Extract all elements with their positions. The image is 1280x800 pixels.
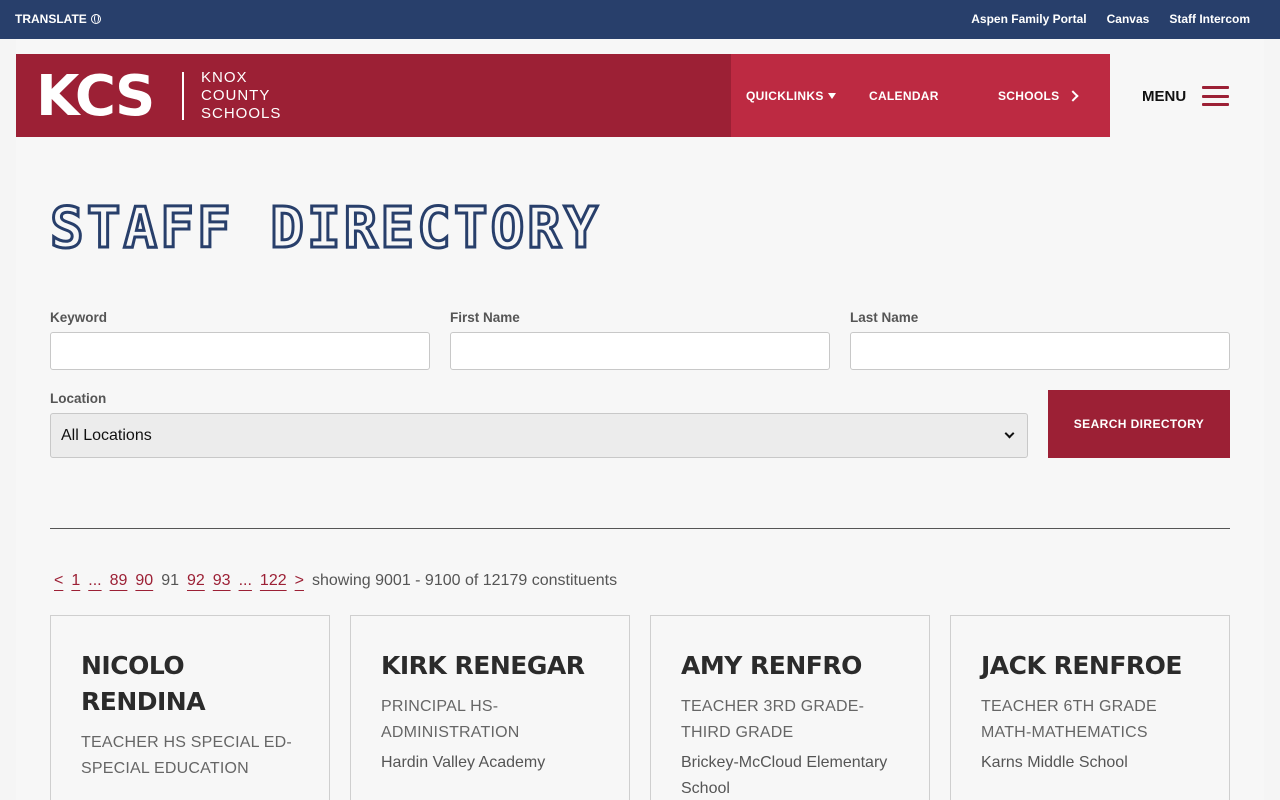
staff-name: JACK RENFROE xyxy=(981,651,1182,680)
translate-button[interactable]: TRANSLATE xyxy=(15,12,101,26)
first-name-input[interactable] xyxy=(450,332,830,370)
staff-card: NICOLO RENDINA TEACHER HS SPECIAL ED-SPE… xyxy=(50,615,330,800)
schools-label: SCHOOLS xyxy=(998,89,1060,103)
utility-bar: TRANSLATE Aspen Family Portal Canvas Sta… xyxy=(0,0,1280,39)
results-summary: showing 9001 - 9100 of 12179 constituent… xyxy=(311,572,618,589)
page-ellipsis[interactable]: ... xyxy=(88,572,101,590)
globe-icon xyxy=(90,14,101,24)
page-link[interactable]: 1 xyxy=(71,572,80,590)
next-page-link[interactable]: > xyxy=(295,572,304,590)
keyword-label: Keyword xyxy=(50,310,108,325)
keyword-input[interactable] xyxy=(50,332,430,370)
staff-name: AMY RENFRO xyxy=(681,651,862,680)
page-link[interactable]: 89 xyxy=(110,572,128,590)
staff-title: TEACHER HS SPECIAL ED-SPECIAL EDUCATION xyxy=(81,734,292,777)
schools-link[interactable]: SCHOOLS xyxy=(998,89,1080,103)
translate-label: TRANSLATE xyxy=(15,12,87,26)
staff-location: Hardin Valley Academy xyxy=(381,754,546,771)
divider xyxy=(50,528,1230,529)
logo-line-3: SCHOOLS xyxy=(201,105,282,122)
logo-line-1: KNOX xyxy=(201,69,248,86)
staff-location: Brickey-McCloud Elementary School xyxy=(681,754,888,797)
site-logo[interactable]: KCS KNOX COUNTY SCHOOLS xyxy=(16,54,731,137)
quicklinks-dropdown[interactable]: QUICKLINKS xyxy=(746,89,836,103)
location-selected-value: All Locations xyxy=(61,426,152,444)
staff-name: NICOLO RENDINA xyxy=(81,651,206,716)
last-name-input[interactable] xyxy=(850,332,1230,370)
quicklinks-label: QUICKLINKS xyxy=(746,89,824,103)
logo-wordmark: KNOX COUNTY SCHOOLS xyxy=(201,69,281,123)
staff-title: PRINCIPAL HS-ADMINISTRATION xyxy=(381,698,520,741)
calendar-link[interactable]: CALENDAR xyxy=(869,89,939,103)
chevron-right-icon xyxy=(1067,90,1080,102)
page-link[interactable]: 92 xyxy=(187,572,205,590)
calendar-label: CALENDAR xyxy=(869,89,939,103)
current-page: 91 xyxy=(161,572,179,589)
prev-page-link[interactable]: < xyxy=(54,572,63,590)
menu-button[interactable]: MENU xyxy=(1142,86,1230,106)
aspen-family-portal-link[interactable]: Aspen Family Portal xyxy=(971,12,1086,26)
chevron-down-icon xyxy=(1004,428,1015,439)
page-link[interactable]: 90 xyxy=(135,572,153,590)
pagination: < 1 ... 89 90 91 92 93 ... 122 > showing… xyxy=(50,572,617,590)
canvas-link[interactable]: Canvas xyxy=(1107,12,1150,26)
staff-title: TEACHER 6TH GRADE MATH-MATHEMATICS xyxy=(981,698,1157,741)
page-ellipsis[interactable]: ... xyxy=(239,572,252,590)
page-link[interactable]: 93 xyxy=(213,572,231,590)
menu-label: MENU xyxy=(1142,87,1187,105)
staff-location: Karns Middle School xyxy=(981,754,1128,771)
staff-name: KIRK RENEGAR xyxy=(381,651,585,680)
last-name-label: Last Name xyxy=(850,310,919,325)
staff-card: KIRK RENEGAR PRINCIPAL HS-ADMINISTRATION… xyxy=(350,615,630,800)
primary-nav: QUICKLINKS CALENDAR SCHOOLS xyxy=(731,54,1110,137)
page-link[interactable]: 122 xyxy=(260,572,287,590)
first-name-label: First Name xyxy=(450,310,520,325)
staff-intercom-link[interactable]: Staff Intercom xyxy=(1169,12,1250,26)
logo-mark: KCS xyxy=(36,64,155,129)
page-title: STAFF DIRECTORY xyxy=(49,195,601,263)
location-label: Location xyxy=(50,391,107,406)
utility-links: Aspen Family Portal Canvas Staff Interco… xyxy=(971,12,1250,26)
logo-line-2: COUNTY xyxy=(201,87,271,104)
hamburger-icon xyxy=(1202,86,1230,106)
location-select[interactable]: All Locations xyxy=(50,413,1028,458)
search-directory-button[interactable]: SEARCH DIRECTORY xyxy=(1048,390,1230,458)
staff-card: AMY RENFRO TEACHER 3RD GRADE-THIRD GRADE… xyxy=(650,615,930,800)
caret-down-icon xyxy=(827,93,836,99)
staff-title: TEACHER 3RD GRADE-THIRD GRADE xyxy=(681,698,865,741)
staff-card: JACK RENFROE TEACHER 6TH GRADE MATH-MATH… xyxy=(950,615,1230,800)
logo-divider xyxy=(182,72,184,120)
